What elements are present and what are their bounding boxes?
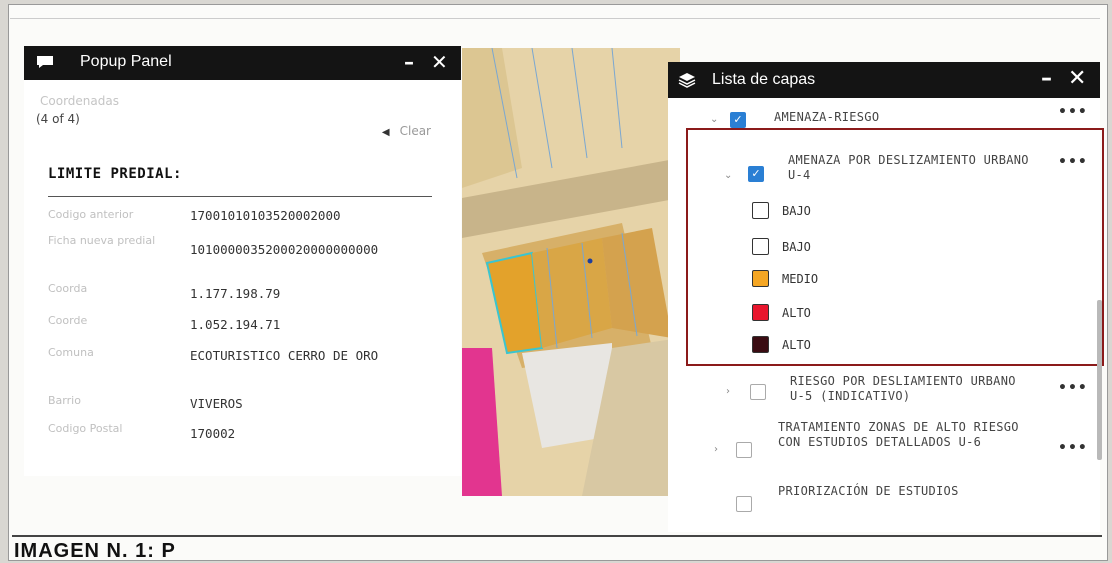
chevron-right-icon[interactable]: › <box>726 386 730 397</box>
layer-label: AMENAZA-RIESGO <box>774 110 880 124</box>
attribute-value: VIVEROS <box>190 396 243 411</box>
triangle-left-icon: ◀ <box>381 127 390 138</box>
layer-label: TRATAMIENTO ZONAS DE ALTO RIESGO CON EST… <box>778 420 1019 449</box>
legend-swatch <box>752 304 769 321</box>
close-icon[interactable]: ✕ <box>431 50 448 74</box>
more-options-icon[interactable]: ••• <box>1058 380 1088 396</box>
bottom-divider <box>12 535 1102 537</box>
legend-label: BAJO <box>782 240 811 254</box>
layer-checkbox[interactable]: ✓ <box>748 166 764 182</box>
section-divider <box>48 196 432 197</box>
layer-label: RIESGO POR DESLIAMIENTO URBANO U-5 (INDI… <box>790 374 1016 403</box>
top-divider <box>10 18 1100 19</box>
popup-panel: Popup Panel – ✕ Coordenadas (4 of 4) ◀ Cl… <box>24 46 461 476</box>
minimize-icon[interactable]: – <box>1041 66 1052 91</box>
legend-label: MEDIO <box>782 272 819 286</box>
attribute-value: 1.052.194.71 <box>190 317 281 332</box>
feature-count: (4 of 4) <box>36 112 80 126</box>
legend-swatch <box>752 202 769 219</box>
layer-checkbox[interactable] <box>750 384 766 400</box>
layer-checkbox[interactable] <box>736 496 752 512</box>
clear-label: Clear <box>399 124 431 138</box>
legend-swatch <box>752 238 769 255</box>
layer-label: PRIORIZACIÓN DE ESTUDIOS <box>778 484 959 498</box>
attribute-value: 1010000035200020000000000 <box>190 242 379 257</box>
layers-icon <box>678 73 696 88</box>
map-view[interactable] <box>462 48 680 496</box>
popup-title: Popup Panel <box>80 53 172 70</box>
legend-swatch <box>752 336 769 353</box>
faded-label: Coordenadas <box>40 94 119 108</box>
scrollbar[interactable] <box>1097 300 1102 460</box>
chevron-right-icon[interactable]: › <box>714 444 718 455</box>
minimize-icon[interactable]: – <box>404 50 414 74</box>
attribute-key: Codigo anterior <box>48 208 134 221</box>
attribute-key: Coorda <box>48 282 88 295</box>
attribute-key: Ficha nueva predial <box>48 234 156 247</box>
parcel-map <box>462 48 680 496</box>
layer-list-title: Lista de capas <box>712 71 816 88</box>
chevron-down-icon[interactable]: ⌄ <box>724 170 732 181</box>
legend-swatch <box>752 270 769 287</box>
layer-checkbox[interactable]: ✓ <box>730 112 746 128</box>
more-options-icon[interactable]: ••• <box>1058 154 1088 170</box>
attribute-value: 1.177.198.79 <box>190 286 281 301</box>
attribute-key: Barrio <box>48 394 81 407</box>
more-options-icon[interactable]: ••• <box>1058 440 1088 456</box>
figure-caption: IMAGEN N. 1: P <box>14 540 176 562</box>
layer-list-titlebar: Lista de capas – ✕ <box>668 62 1100 98</box>
layer-checkbox[interactable] <box>736 442 752 458</box>
attribute-key: Coorde <box>48 314 88 327</box>
legend-label: BAJO <box>782 204 811 218</box>
clear-button[interactable]: ◀ Clear <box>382 124 431 138</box>
attribute-value: 17001010103520002000 <box>190 208 341 223</box>
attribute-key: Comuna <box>48 346 94 359</box>
chevron-down-icon[interactable]: ⌄ <box>710 114 718 125</box>
legend-label: ALTO <box>782 306 811 320</box>
popup-titlebar: Popup Panel – ✕ <box>24 46 461 80</box>
attribute-value: 170002 <box>190 426 236 441</box>
section-title: LIMITE PREDIAL: <box>48 166 182 182</box>
attribute-value: ECOTURISTICO CERRO DE ORO <box>190 348 379 363</box>
close-icon[interactable]: ✕ <box>1068 66 1086 91</box>
chat-bubble-icon <box>37 56 53 68</box>
layer-label: AMENAZA POR DESLIZAMIENTO URBANO U-4 <box>788 153 1029 182</box>
more-options-icon[interactable]: ••• <box>1058 104 1088 120</box>
attribute-key: Codigo Postal <box>48 422 123 435</box>
legend-label: ALTO <box>782 338 811 352</box>
